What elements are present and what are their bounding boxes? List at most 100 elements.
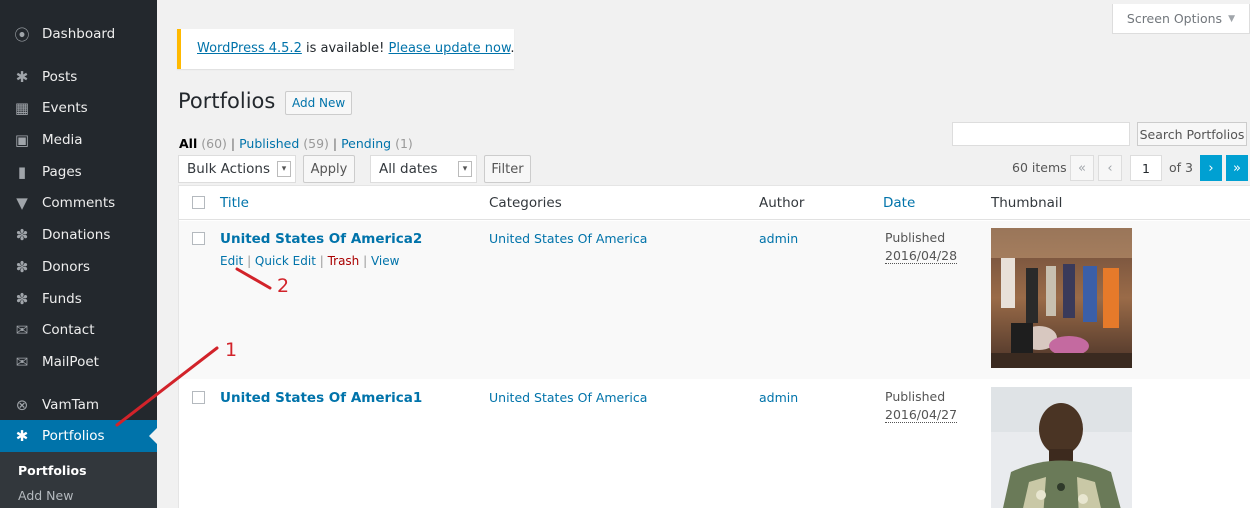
admin-sidebar: ⦿ Dashboard ✱ Posts ▦ Events ▣ Media ▮ P…	[0, 0, 157, 508]
sidebar-item-media[interactable]: ▣ Media	[0, 124, 157, 156]
sidebar-item-dashboard[interactable]: ⦿ Dashboard	[0, 18, 157, 50]
chevron-down-icon: ▾	[277, 161, 291, 177]
bulk-actions-value: Bulk Actions	[187, 161, 270, 177]
comment-icon: ▼	[16, 194, 28, 212]
category-link[interactable]: United States Of America	[489, 231, 647, 246]
trash-link[interactable]: Trash	[328, 254, 360, 268]
sidebar-item-label: Dashboard	[42, 26, 116, 42]
sidebar-item-posts[interactable]: ✱ Posts	[0, 61, 157, 93]
sidebar-item-label: Funds	[42, 291, 82, 307]
select-all-checkbox[interactable]	[192, 196, 205, 209]
column-categories: Categories	[489, 195, 562, 211]
category-link[interactable]: United States Of America	[489, 390, 647, 405]
search-portfolios-button[interactable]: Search Portfolios	[1137, 122, 1247, 146]
separator: |	[243, 254, 255, 268]
post-date: 2016/04/28	[885, 248, 958, 264]
rings-icon: ⊗	[15, 396, 29, 414]
author-link[interactable]: admin	[759, 231, 798, 246]
separator: |	[226, 136, 240, 151]
add-new-button[interactable]: Add New	[285, 91, 353, 115]
page-title: Portfolios	[178, 89, 276, 113]
sidebar-item-label: Pages	[42, 164, 82, 180]
thumbnail-photo	[991, 387, 1132, 508]
chevron-down-icon: ▾	[458, 161, 472, 177]
wordpress-version-link[interactable]: WordPress 4.5.2	[197, 41, 302, 56]
screen-options-label: Screen Options	[1126, 11, 1223, 26]
sidebar-item-mailpoet[interactable]: ✉ MailPoet	[0, 346, 157, 378]
sidebar-item-contact[interactable]: ✉ Contact	[0, 314, 157, 346]
row-checkbox[interactable]	[192, 391, 205, 404]
sidebar-item-label: MailPoet	[42, 354, 99, 370]
bulk-actions-select[interactable]: Bulk Actions ▾	[178, 155, 296, 183]
filter-button[interactable]: Filter	[484, 155, 531, 183]
sidebar-item-comments[interactable]: ▼ Comments	[0, 187, 157, 219]
next-page-button[interactable]: ›	[1200, 155, 1222, 181]
sidebar-item-label: Media	[42, 132, 83, 148]
palm-icon: ✽	[15, 226, 29, 244]
column-title[interactable]: Title	[220, 195, 249, 211]
filter-pending-count: (1)	[395, 136, 413, 151]
apply-button[interactable]: Apply	[303, 155, 355, 183]
table-row: United States Of America2 Edit | Quick E…	[179, 221, 1250, 379]
filter-all-count: (60)	[201, 136, 227, 151]
author-link[interactable]: admin	[759, 390, 798, 405]
row-actions: Edit | Quick Edit | Trash | View	[220, 254, 399, 268]
column-thumbnail: Thumbnail	[991, 195, 1063, 211]
screen-options-button[interactable]: Screen Options ▼	[1111, 4, 1250, 34]
sidebar-item-donations[interactable]: ✽ Donations	[0, 219, 157, 251]
sidebar-item-events[interactable]: ▦ Events	[0, 92, 157, 124]
current-page-input[interactable]: 1	[1130, 155, 1162, 181]
submenu-item-portfolios[interactable]: Portfolios	[18, 463, 87, 478]
total-pages: of 3	[1169, 160, 1193, 175]
date-cell: Published 2016/04/27	[885, 388, 958, 424]
sidebar-item-label: Donations	[42, 227, 111, 243]
update-now-link[interactable]: Please update now	[389, 41, 511, 56]
table-row: United States Of America1 United States …	[179, 379, 1250, 508]
mail-icon: ✉	[15, 353, 29, 371]
notice-text: is available!	[301, 41, 389, 56]
chevron-down-icon: ▼	[1228, 13, 1235, 24]
pin-icon: ✱	[15, 427, 29, 445]
sidebar-item-label: Donors	[42, 259, 91, 275]
sidebar-item-label: Events	[42, 100, 88, 116]
sidebar-item-vamtam[interactable]: ⊗ VamTam	[0, 389, 157, 421]
thumbnail-photo	[991, 228, 1132, 368]
column-date[interactable]: Date	[883, 195, 915, 211]
palm-icon: ✽	[15, 258, 29, 276]
row-title-link[interactable]: United States Of America2	[220, 231, 422, 247]
row-title-link[interactable]: United States Of America1	[220, 390, 422, 406]
filter-published[interactable]: Published	[239, 136, 299, 151]
submenu-item-add-new[interactable]: Add New	[18, 488, 73, 503]
sidebar-item-portfolios[interactable]: ✱ Portfolios	[0, 420, 157, 452]
date-filter-select[interactable]: All dates ▾	[370, 155, 477, 183]
portfolios-table: Title Categories Author Date Thumbnail U…	[178, 185, 1250, 508]
row-checkbox[interactable]	[192, 232, 205, 245]
main-content: Screen Options ▼ WordPress 4.5.2 is avai…	[157, 0, 1250, 508]
sidebar-item-label: Comments	[42, 195, 116, 211]
sidebar-item-label: Portfolios	[42, 428, 105, 444]
column-author: Author	[759, 195, 805, 211]
quick-edit-link[interactable]: Quick Edit	[255, 254, 316, 268]
date-cell: Published 2016/04/28	[885, 229, 958, 265]
view-link[interactable]: View	[371, 254, 399, 268]
sidebar-item-pages[interactable]: ▮ Pages	[0, 156, 157, 188]
sidebar-item-funds[interactable]: ✽ Funds	[0, 283, 157, 315]
items-count: 60 items	[1012, 160, 1067, 175]
post-status: Published	[885, 389, 946, 404]
separator: |	[359, 254, 371, 268]
notice-end: .	[510, 41, 515, 56]
last-page-button[interactable]: »	[1226, 155, 1248, 181]
pages-icon: ▮	[17, 163, 27, 181]
sidebar-item-donors[interactable]: ✽ Donors	[0, 251, 157, 283]
sidebar-item-label: Posts	[42, 69, 78, 85]
thumbnail-image	[991, 387, 1132, 508]
date-filter-value: All dates	[379, 161, 438, 177]
filter-all[interactable]: All	[179, 136, 197, 151]
sidebar-item-label: Contact	[42, 322, 95, 338]
filter-pending[interactable]: Pending	[341, 136, 391, 151]
search-input[interactable]	[952, 122, 1130, 146]
post-date: 2016/04/27	[885, 407, 958, 423]
post-status: Published	[885, 230, 946, 245]
edit-link[interactable]: Edit	[220, 254, 243, 268]
separator: |	[315, 254, 328, 268]
